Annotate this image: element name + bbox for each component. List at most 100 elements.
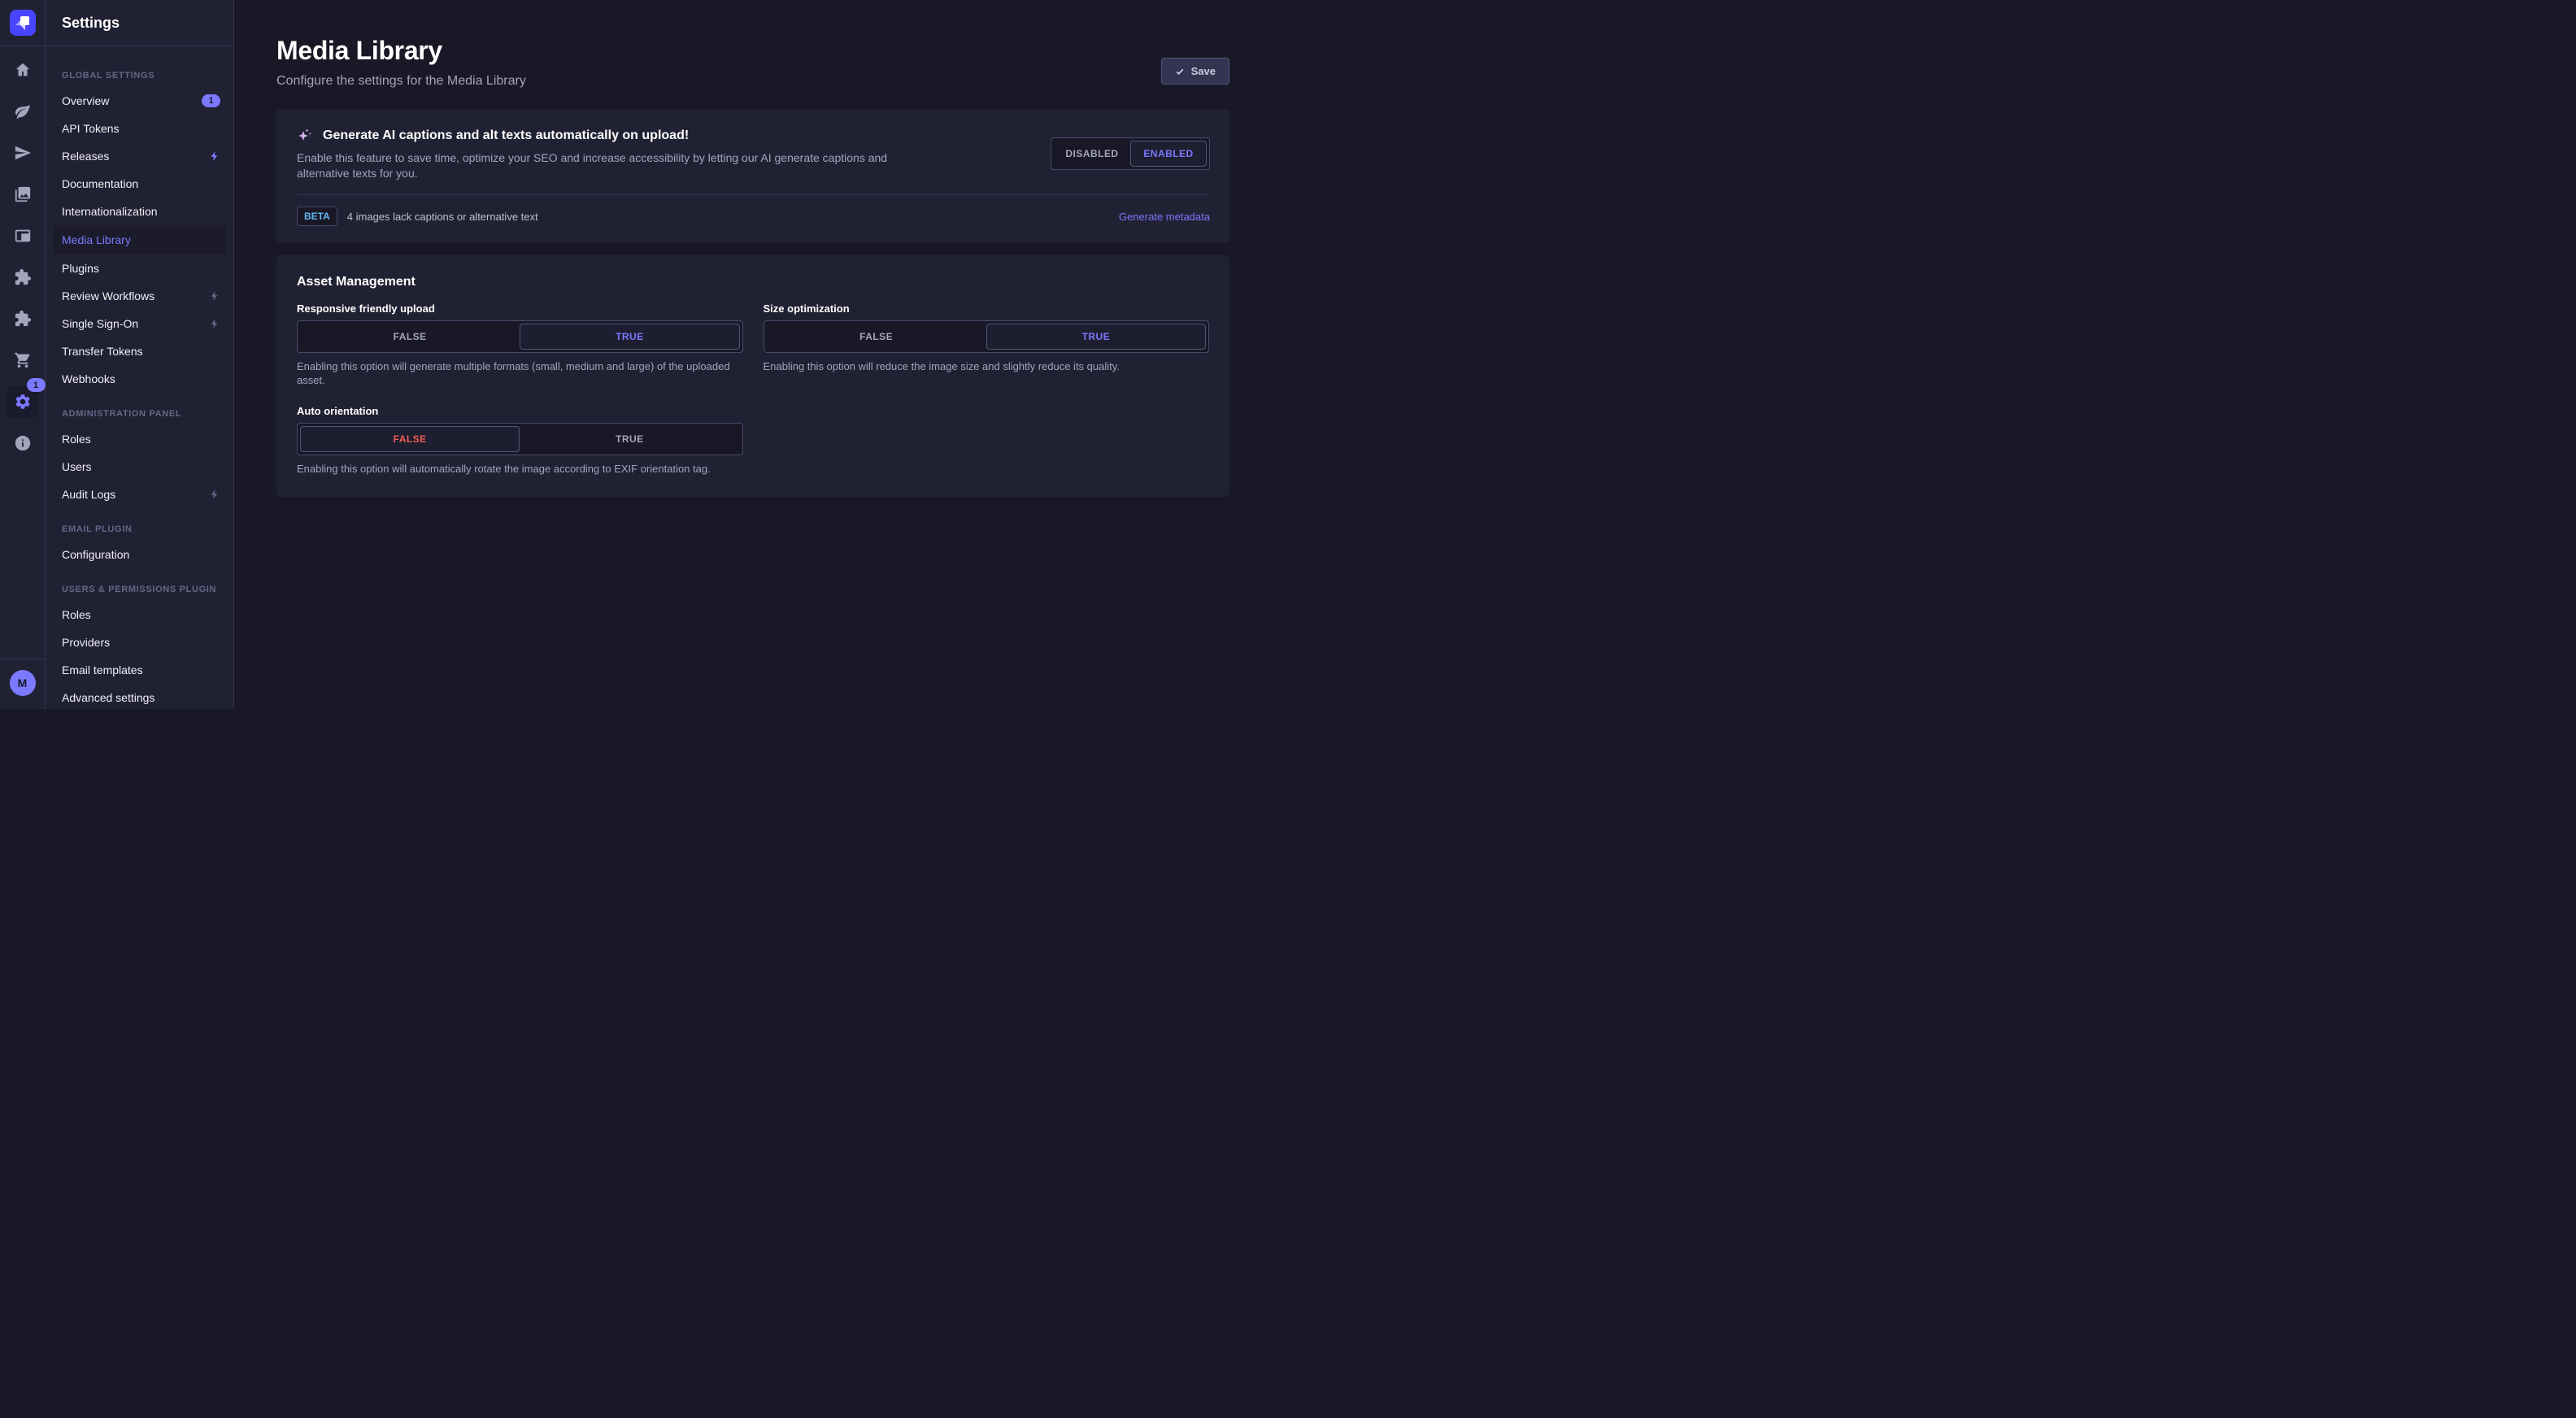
sidebar-item-email-templates[interactable]: Email templates [46, 656, 233, 684]
item-label: API Tokens [62, 122, 220, 135]
banner-status-text: 4 images lack captions or alternative te… [347, 211, 538, 223]
settings-notification-badge: 1 [27, 378, 46, 392]
sidebar-item-transfer-tokens[interactable]: Transfer Tokens [46, 337, 233, 365]
item-label: Overview [62, 94, 202, 107]
sidebar-item-webhooks[interactable]: Webhooks [46, 365, 233, 393]
sidebar-item-audit-logs[interactable]: Audit Logs [46, 481, 233, 508]
main-content: Media Library Configure the settings for… [234, 0, 1288, 709]
asset-management-panel: Asset Management Responsive friendly upl… [276, 255, 1229, 497]
item-label: Roles [62, 608, 220, 621]
banner-divider [297, 194, 1210, 195]
main-nav-rail: 1 M [0, 0, 46, 709]
plugins-puzzle-icon[interactable] [13, 268, 33, 287]
media-library-icon[interactable] [13, 185, 33, 204]
banner-description: Enable this feature to save time, optimi… [297, 150, 903, 181]
content-manager-icon[interactable] [13, 226, 33, 246]
toggle-option-true[interactable]: TRUE [986, 324, 1206, 350]
item-label: Roles [62, 433, 220, 446]
responsive-upload-toggle: FALSE TRUE [297, 320, 743, 353]
ai-caption-toggle: DISABLED ENABLED [1051, 137, 1210, 170]
field-responsive-friendly-upload: Responsive friendly upload FALSE TRUE En… [297, 302, 743, 387]
sidebar-item-releases[interactable]: Releases [46, 142, 233, 170]
section-label-global-settings: GLOBAL SETTINGS [46, 64, 233, 87]
sidebar-item-providers[interactable]: Providers [46, 629, 233, 656]
banner-title: Generate AI captions and alt texts autom… [323, 128, 689, 143]
lightning-icon [209, 489, 220, 500]
field-size-optimization: Size optimization FALSE TRUE Enabling th… [764, 302, 1210, 387]
item-label: Plugins [62, 262, 220, 275]
field-hint: Enabling this option will automatically … [297, 462, 743, 476]
toggle-option-false[interactable]: FALSE [300, 426, 520, 452]
field-label: Responsive friendly upload [297, 302, 743, 315]
ai-caption-banner: Generate AI captions and alt texts autom… [276, 110, 1229, 242]
settings-sidebar: Settings GLOBAL SETTINGS Overview 1 API … [46, 0, 234, 709]
sidebar-item-up-roles[interactable]: Roles [46, 601, 233, 629]
logo-triangle-2 [20, 25, 25, 30]
sidebar-item-admin-roles[interactable]: Roles [46, 425, 233, 453]
item-label: Configuration [62, 548, 220, 561]
strapi-logo[interactable] [10, 10, 36, 36]
rail-logo-area [0, 0, 45, 46]
info-icon[interactable] [13, 433, 33, 453]
item-label: Audit Logs [62, 488, 209, 501]
lightning-icon [209, 318, 220, 329]
section-label-users-permissions-plugin: USERS & PERMISSIONS PLUGIN [46, 578, 233, 601]
sidebar-header: Settings [46, 0, 233, 46]
asset-management-title: Asset Management [297, 275, 1209, 289]
item-label: Single Sign-On [62, 317, 209, 330]
field-hint: Enabling this option will generate multi… [297, 359, 743, 387]
user-avatar[interactable]: M [10, 670, 36, 696]
sidebar-item-email-configuration[interactable]: Configuration [46, 541, 233, 568]
item-label: Documentation [62, 177, 220, 190]
section-label-administration-panel: ADMINISTRATION PANEL [46, 402, 233, 425]
logo-square [20, 16, 29, 25]
beta-badge: BETA [297, 207, 337, 226]
sidebar-item-api-tokens[interactable]: API Tokens [46, 115, 233, 142]
item-label: Transfer Tokens [62, 345, 220, 358]
generate-metadata-link[interactable]: Generate metadata [1119, 211, 1210, 223]
sidebar-item-admin-users[interactable]: Users [46, 453, 233, 481]
toggle-option-true[interactable]: TRUE [520, 426, 739, 452]
sidebar-item-media-library[interactable]: Media Library [53, 225, 226, 254]
auto-orientation-toggle: FALSE TRUE [297, 423, 743, 455]
item-label: Users [62, 460, 220, 473]
toggle-option-enabled[interactable]: ENABLED [1130, 141, 1207, 167]
sidebar-item-internationalization[interactable]: Internationalization [46, 198, 233, 225]
item-label: Providers [62, 636, 220, 649]
field-label: Auto orientation [297, 405, 743, 417]
toggle-option-false[interactable]: FALSE [767, 324, 986, 350]
page-title: Media Library [276, 36, 1229, 66]
check-icon [1175, 67, 1185, 76]
sparkle-icon [297, 128, 313, 144]
quill-icon[interactable] [13, 102, 33, 121]
field-label: Size optimization [764, 302, 1210, 315]
field-auto-orientation: Auto orientation FALSE TRUE Enabling thi… [297, 405, 743, 476]
page-header: Media Library Configure the settings for… [234, 0, 1288, 89]
marketplace-puzzle-icon[interactable] [13, 309, 33, 328]
sidebar-item-advanced-settings[interactable]: Advanced settings [46, 684, 233, 709]
sidebar-item-overview[interactable]: Overview 1 [46, 87, 233, 115]
item-label: Internationalization [62, 205, 220, 218]
sidebar-item-review-workflows[interactable]: Review Workflows [46, 282, 233, 310]
page-subtitle: Configure the settings for the Media Lib… [276, 74, 1229, 89]
toggle-option-false[interactable]: FALSE [300, 324, 520, 350]
cart-icon[interactable] [13, 350, 33, 370]
sidebar-item-single-sign-on[interactable]: Single Sign-On [46, 310, 233, 337]
paper-plane-icon[interactable] [13, 143, 33, 163]
sidebar-item-plugins[interactable]: Plugins [46, 254, 233, 282]
lightning-icon [209, 290, 220, 302]
settings-gear-icon[interactable]: 1 [7, 385, 39, 418]
save-button[interactable]: Save [1161, 58, 1229, 85]
item-label: Advanced settings [62, 691, 220, 704]
rail-footer: M [0, 659, 45, 709]
item-label: Releases [62, 150, 209, 163]
overview-badge: 1 [202, 94, 220, 107]
item-label: Email templates [62, 663, 220, 676]
home-icon[interactable] [13, 60, 33, 80]
toggle-option-disabled[interactable]: DISABLED [1054, 141, 1130, 167]
sidebar-item-documentation[interactable]: Documentation [46, 170, 233, 198]
item-label: Review Workflows [62, 289, 209, 302]
size-optimization-toggle: FALSE TRUE [764, 320, 1210, 353]
item-label: Webhooks [62, 372, 220, 385]
toggle-option-true[interactable]: TRUE [520, 324, 739, 350]
